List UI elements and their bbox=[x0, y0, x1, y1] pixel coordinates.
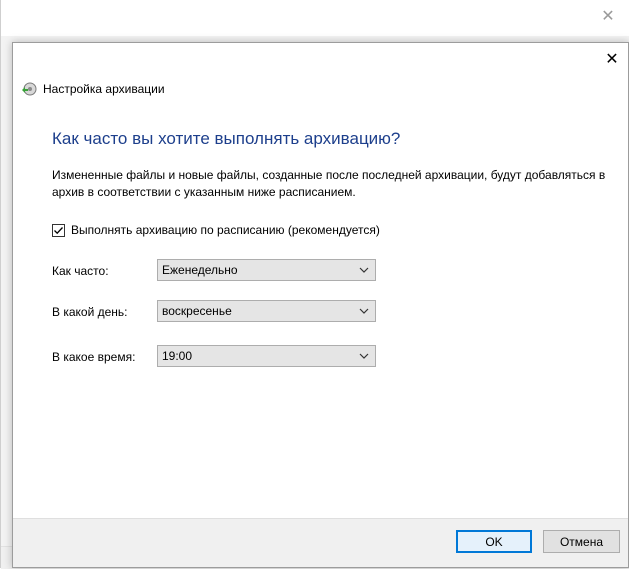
frequency-value: Еженедельно bbox=[162, 263, 238, 277]
chevron-down-icon bbox=[359, 308, 369, 314]
dialog-title-bar: Настройка архивации bbox=[21, 79, 165, 99]
day-select[interactable]: воскресенье bbox=[157, 300, 376, 322]
schedule-checkbox[interactable] bbox=[52, 223, 65, 237]
close-icon[interactable]: ✕ bbox=[602, 49, 622, 69]
description-text: Измененные файлы и новые файлы, созданны… bbox=[52, 168, 606, 199]
window-title: Настройка архивации bbox=[43, 82, 165, 96]
day-label: В какой день: bbox=[52, 305, 128, 319]
check-icon bbox=[54, 226, 63, 234]
ok-button[interactable]: OK bbox=[456, 530, 532, 553]
day-value: воскресенье bbox=[162, 304, 232, 318]
time-select[interactable]: 19:00 bbox=[157, 345, 376, 367]
dialog-footer: OK Отмена bbox=[13, 518, 628, 567]
schedule-checkbox-label: Выполнять архивацию по расписанию (реком… bbox=[71, 223, 380, 237]
time-label: В какое время: bbox=[52, 350, 136, 364]
schedule-checkbox-row[interactable]: Выполнять архивацию по расписанию (реком… bbox=[52, 223, 380, 237]
time-value: 19:00 bbox=[162, 349, 193, 363]
frequency-label: Как часто: bbox=[52, 264, 109, 278]
backup-settings-icon bbox=[22, 82, 37, 96]
backup-schedule-dialog: ✕ Настройка архивации Как часто вы хотит… bbox=[12, 42, 629, 568]
chevron-down-icon bbox=[359, 353, 369, 359]
background-window-titlebar: ✕ bbox=[1, 0, 629, 36]
chevron-down-icon bbox=[359, 267, 369, 273]
frequency-select[interactable]: Еженедельно bbox=[157, 259, 376, 281]
cancel-button[interactable]: Отмена bbox=[543, 530, 620, 553]
page-heading: Как часто вы хотите выполнять архивацию? bbox=[52, 129, 401, 148]
background-close-icon[interactable]: ✕ bbox=[600, 8, 616, 24]
